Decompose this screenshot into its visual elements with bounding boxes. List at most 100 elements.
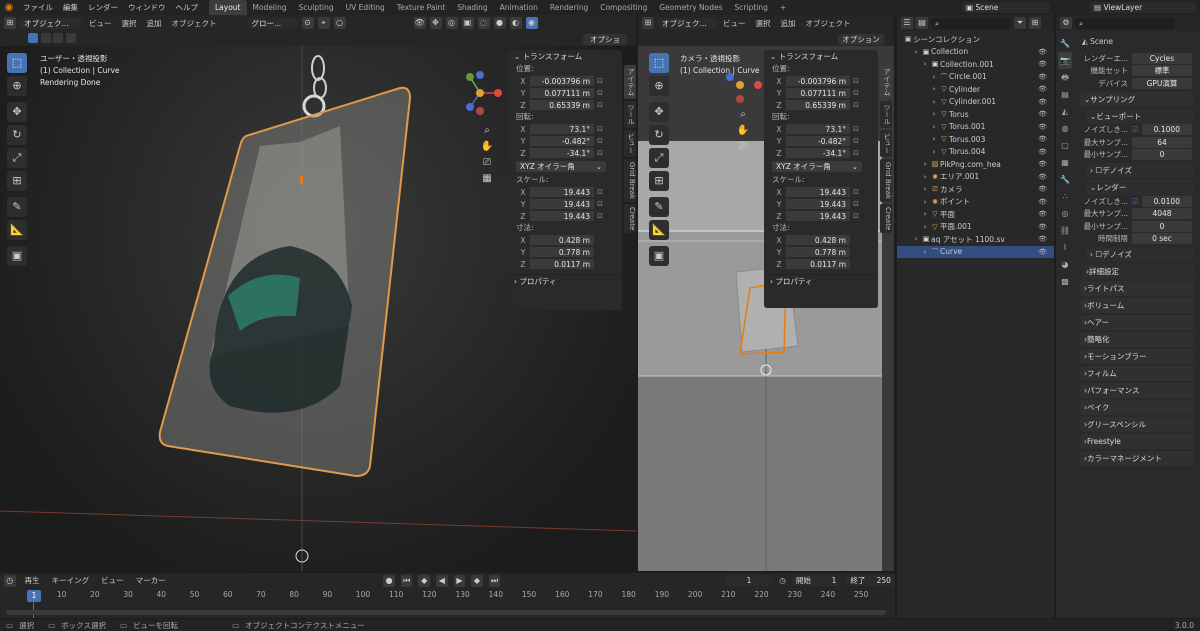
scene-tab-icon[interactable]: ◭ [1058, 103, 1072, 120]
proportional-icon[interactable]: ○ [333, 17, 346, 29]
view-layer-selector[interactable]: ▤ ViewLayer [1090, 2, 1196, 13]
object-tab-icon[interactable]: ▦ [1058, 154, 1072, 171]
outliner-row[interactable]: › ▨ PikPng.com_hea 👁 [897, 158, 1054, 171]
location-z-field[interactable]: 0.65339 m [530, 99, 594, 111]
prev-keyframe-icon[interactable]: ◆ [418, 574, 431, 587]
dimensions-z-field[interactable]: 0.0117 m [530, 258, 594, 270]
end-frame-field[interactable]: 終了 250 [846, 575, 895, 586]
visibility-icon[interactable]: 👁 [1038, 223, 1050, 231]
new-collection-icon[interactable]: ⊞ [1029, 17, 1041, 29]
properties-section[interactable]: › ボリューム [1080, 298, 1194, 313]
tab-item[interactable]: アイテム [880, 65, 892, 99]
transform-orientation-selector[interactable]: グロー... [247, 17, 298, 29]
tab-sculpting[interactable]: Sculpting [293, 0, 340, 15]
measure-tool-icon[interactable]: 📐 [7, 220, 27, 240]
expand-arrow-icon[interactable]: › [920, 198, 930, 206]
dimensions-z-field[interactable]: 0.0117 m [786, 258, 850, 270]
tab-shading[interactable]: Shading [451, 0, 493, 15]
playhead[interactable]: 1 [27, 590, 41, 602]
rotate-tool-icon[interactable]: ↻ [7, 125, 27, 145]
visibility-icon[interactable]: 👁 [1038, 185, 1050, 193]
visibility-icon[interactable]: 👁 [413, 17, 426, 29]
menu-file[interactable]: ファイル [18, 2, 58, 13]
visibility-icon[interactable]: 👁 [1038, 60, 1050, 68]
select-mode-new-icon[interactable] [28, 33, 38, 43]
modifier-tab-icon[interactable]: 🔧 [1058, 171, 1072, 188]
annotate-tool-icon[interactable]: ✎ [649, 197, 669, 217]
camera-view-icon[interactable]: ⎚ [736, 139, 750, 155]
menu-add[interactable]: 追加 [144, 18, 165, 29]
properties-section[interactable]: › 簡略化 [1080, 332, 1194, 347]
render-subsection[interactable]: ⌄ レンダー [1086, 180, 1194, 195]
render-tab-icon[interactable]: 📷 [1058, 52, 1072, 69]
outliner-row[interactable]: › ▽ Torus.003 👁 [897, 133, 1054, 146]
pan-hand-icon[interactable]: ✋ [736, 123, 750, 139]
transform-panel-header[interactable]: ⌄ トランスフォーム [508, 50, 622, 63]
filter-icon[interactable]: ⏷ [1014, 17, 1026, 29]
outliner-row[interactable]: › ▽ 平面 👁 [897, 208, 1054, 221]
viewport-min-samples-field[interactable]: 0 [1132, 149, 1192, 161]
rotation-y-field[interactable]: -0.482° [786, 135, 850, 147]
editor-type-icon[interactable]: ⚙ [1060, 17, 1072, 29]
visibility-icon[interactable]: 👁 [1038, 85, 1050, 93]
render-noise-checkbox[interactable]: ☑ [1132, 197, 1139, 206]
select-box-tool-icon[interactable]: ⬚ [7, 53, 27, 73]
tool-tab-icon[interactable]: 🔧 [1058, 35, 1072, 52]
pan-hand-icon[interactable]: ✋ [480, 139, 494, 155]
properties-section[interactable]: › ライトパス [1080, 281, 1194, 296]
menu-add-right[interactable]: 追加 [778, 18, 799, 29]
transform-panel-header[interactable]: ⌄ トランスフォーム [764, 50, 878, 63]
timeline-scrollbar[interactable] [6, 610, 886, 615]
tab-view[interactable]: ビュー [624, 130, 636, 157]
add-cube-tool-icon[interactable]: ▣ [7, 246, 27, 266]
rotation-mode-dropdown[interactable]: XYZ オイラー角 ⌄ [772, 161, 862, 172]
dimensions-x-field[interactable]: 0.428 m [786, 234, 850, 246]
lock-icon[interactable]: ⊡ [594, 149, 606, 157]
measure-tool-icon[interactable]: 📐 [649, 220, 669, 240]
visibility-icon[interactable]: 👁 [1038, 235, 1050, 243]
viewport-noise-checkbox[interactable]: ☑ [1132, 125, 1139, 134]
menu-keying[interactable]: キーイング [49, 575, 93, 586]
expand-arrow-icon[interactable]: › [920, 160, 930, 168]
dimensions-y-field[interactable]: 0.778 m [530, 246, 594, 258]
visibility-icon[interactable]: 👁 [1038, 73, 1050, 81]
lock-icon[interactable]: ⊡ [594, 188, 606, 196]
menu-view[interactable]: ビュー [86, 18, 115, 29]
render-engine-dropdown[interactable]: Cycles [1132, 52, 1192, 64]
rotation-x-field[interactable]: 73.1° [786, 123, 850, 135]
rotation-x-field[interactable]: 73.1° [530, 123, 594, 135]
viewport-max-samples-field[interactable]: 64 [1132, 136, 1192, 148]
record-icon[interactable]: ● [383, 574, 395, 587]
dimensions-x-field[interactable]: 0.428 m [530, 234, 594, 246]
outliner-row[interactable]: › ⌒ Curve 👁 [897, 245, 1054, 258]
outliner-row[interactable]: › ▣ aq アセット 1100.sv 👁 [897, 233, 1054, 246]
visibility-icon[interactable]: 👁 [1038, 110, 1050, 118]
lock-icon[interactable]: ⊡ [594, 212, 606, 220]
visibility-icon[interactable]: 👁 [1038, 173, 1050, 181]
expand-arrow-icon[interactable]: › [929, 73, 939, 81]
lock-icon[interactable]: ⊡ [850, 101, 862, 109]
expand-arrow-icon[interactable]: › [929, 123, 939, 131]
lock-icon[interactable]: ⊡ [594, 77, 606, 85]
scale-x-field[interactable]: 19.443 [530, 186, 594, 198]
current-frame-field[interactable]: 1 [724, 575, 774, 586]
jump-start-icon[interactable]: ⏮ [400, 574, 413, 587]
tab-tool[interactable]: ツール [880, 101, 892, 128]
pivot-icon[interactable]: ⊙ [301, 17, 314, 29]
tab-modeling[interactable]: Modeling [247, 0, 293, 15]
outliner-row[interactable]: › ▣ Collection.001 👁 [897, 58, 1054, 71]
properties-section[interactable]: › モーションブラー [1080, 349, 1194, 364]
outliner-row[interactable]: › ▽ Torus.001 👁 [897, 121, 1054, 134]
collection-tab-icon[interactable]: ▢ [1058, 137, 1072, 154]
tab-view[interactable]: ビュー [880, 130, 892, 157]
select-mode-subtract-icon[interactable] [53, 33, 64, 43]
properties-subpanel-header[interactable]: › プロパティ [508, 274, 622, 287]
outliner-root[interactable]: ▣ シーンコレクション [897, 33, 1054, 46]
tab-layout[interactable]: Layout [209, 0, 247, 15]
tab-grid-break[interactable]: Grid Break [880, 159, 892, 203]
xray-icon[interactable]: ▣ [461, 17, 474, 29]
location-z-field[interactable]: 0.65339 m [786, 99, 850, 111]
editor-type-icon[interactable]: ⊞ [4, 17, 16, 29]
add-cube-tool-icon[interactable]: ▣ [649, 246, 669, 266]
tab-item[interactable]: アイテム [624, 65, 636, 99]
